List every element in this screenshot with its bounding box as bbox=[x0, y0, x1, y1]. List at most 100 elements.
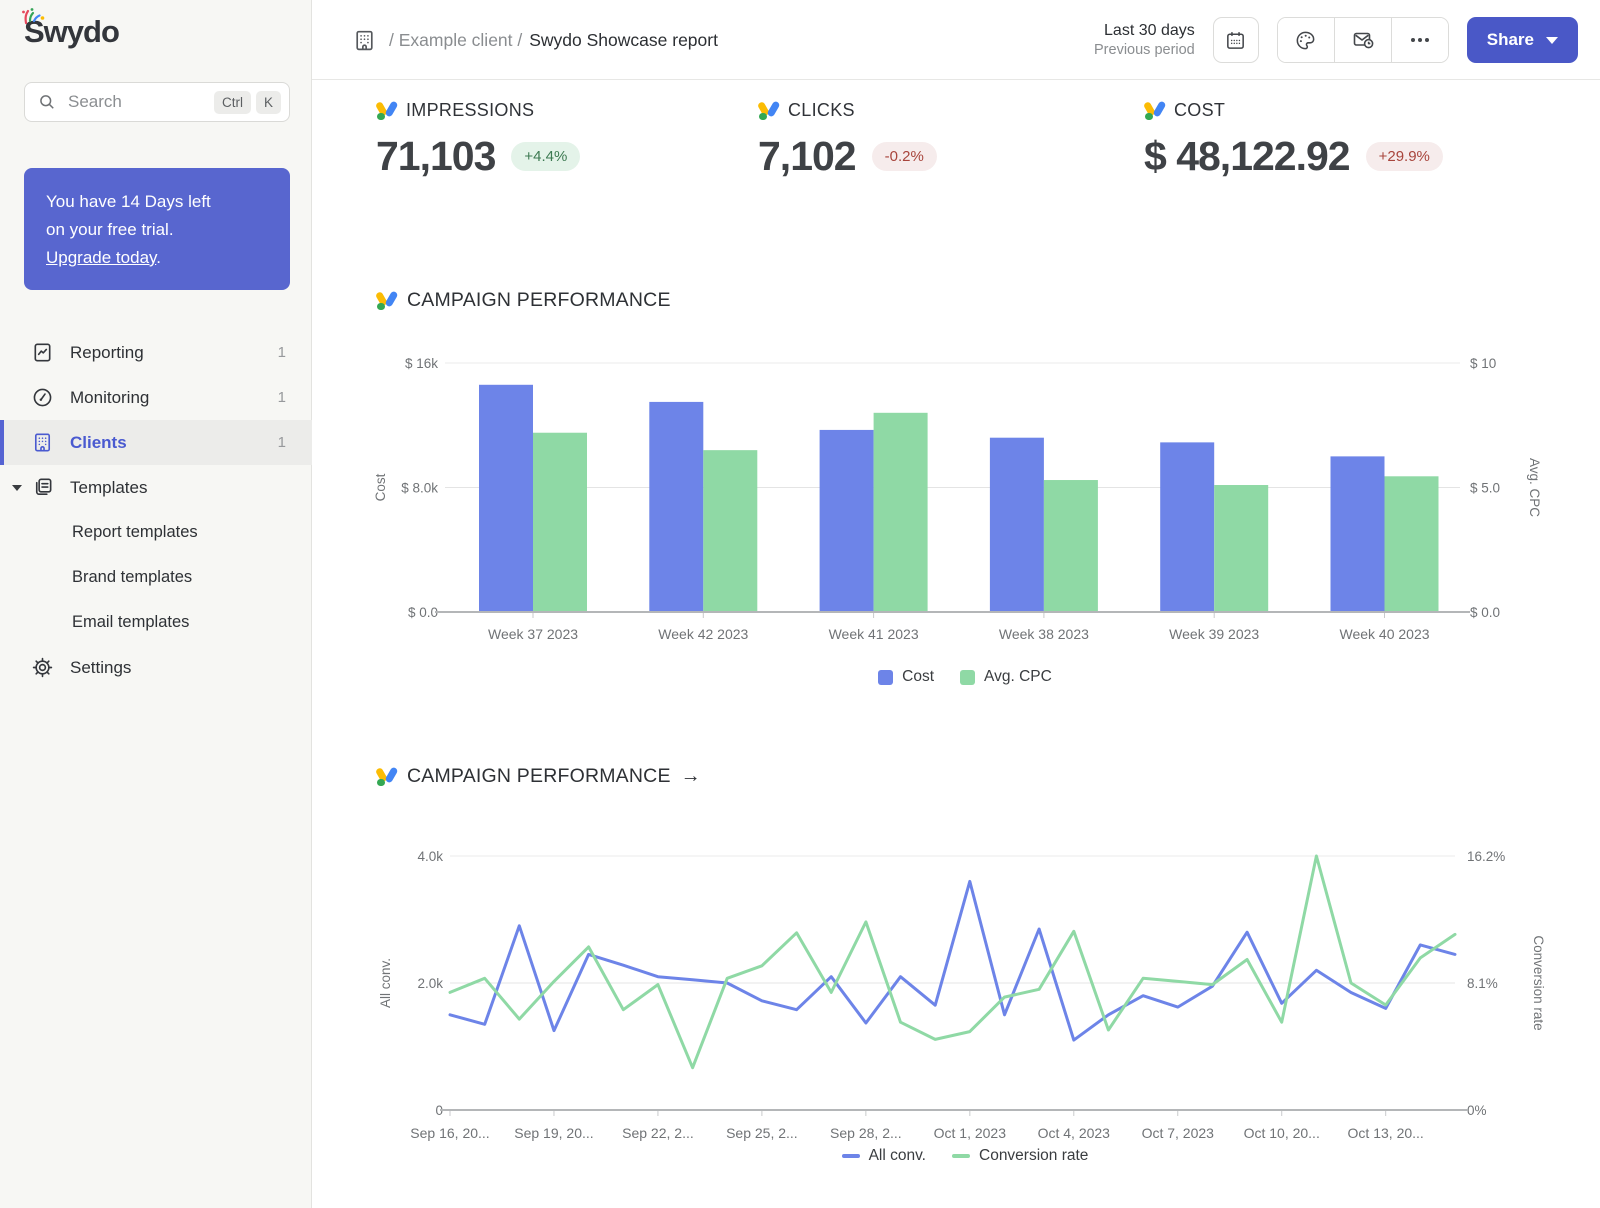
kpi-cost: COST $ 48,122.92 +29.9% bbox=[1144, 100, 1443, 180]
kpi-value: $ 48,122.92 bbox=[1144, 133, 1350, 180]
breadcrumb-client[interactable]: / Example client / bbox=[389, 30, 522, 51]
gear-icon bbox=[30, 656, 54, 680]
all-conv-legend-swatch bbox=[842, 1154, 860, 1158]
svg-text:Week 40 2023: Week 40 2023 bbox=[1339, 626, 1429, 642]
trial-line1: You have 14 Days left bbox=[46, 188, 268, 216]
date-range-selector[interactable]: Last 30 days Previous period bbox=[1094, 22, 1195, 58]
google-ads-icon bbox=[376, 291, 397, 310]
svg-text:Oct 4, 2023: Oct 4, 2023 bbox=[1038, 1125, 1111, 1141]
svg-text:Sep 28, 2...: Sep 28, 2... bbox=[830, 1125, 902, 1141]
sidebar-item-report-templates[interactable]: Report templates bbox=[0, 510, 312, 555]
date-range-value: Last 30 days bbox=[1094, 22, 1195, 40]
breadcrumb-report-title: Swydo Showcase report bbox=[529, 30, 718, 51]
avg-cpc-legend-swatch bbox=[960, 670, 975, 685]
theme-button[interactable] bbox=[1278, 18, 1334, 62]
swydo-app: Swydo Ctrl K You have 14 Days left on yo… bbox=[0, 0, 1600, 1208]
campaign-performance-line-chart: 4.0k2.0k016.2%8.1%0%All conv.Conversion … bbox=[350, 820, 1580, 1142]
campaign-performance-bar-chart: $ 16k $ 8.0k $ 0.0 $ 10 $ 5.0 $ 0.0 Cost Avg. C… bbox=[350, 340, 1580, 652]
search-box[interactable]: Ctrl K bbox=[24, 82, 290, 122]
svg-text:$ 16k: $ 16k bbox=[405, 356, 438, 371]
google-ads-icon bbox=[376, 101, 397, 120]
sidebar-item-monitoring[interactable]: Monitoring 1 bbox=[0, 375, 312, 420]
gauge-icon bbox=[30, 386, 54, 410]
sidebar-item-label: Settings bbox=[70, 658, 131, 678]
svg-text:Oct 10, 20...: Oct 10, 20... bbox=[1244, 1125, 1320, 1141]
line-chart-legend: All conv. Conversion rate bbox=[350, 1147, 1580, 1165]
svg-text:$ 5.0: $ 5.0 bbox=[1470, 481, 1500, 496]
client-building-icon[interactable] bbox=[352, 28, 377, 53]
svg-text:$ 10: $ 10 bbox=[1470, 356, 1496, 371]
top-header: / Example client / Swydo Showcase report… bbox=[312, 0, 1600, 80]
kpi-delta-badge: -0.2% bbox=[872, 142, 937, 171]
line-chart-title[interactable]: CAMPAIGN PERFORMANCE → bbox=[376, 765, 701, 788]
sidebar-item-settings[interactable]: Settings bbox=[0, 645, 312, 690]
share-caret-icon bbox=[1546, 37, 1558, 44]
svg-text:Oct 13, 20...: Oct 13, 20... bbox=[1348, 1125, 1424, 1141]
sidebar-item-clients[interactable]: Clients 1 bbox=[0, 420, 312, 465]
sidebar-item-brand-templates[interactable]: Brand templates bbox=[0, 555, 312, 600]
cost-legend-label: Cost bbox=[902, 668, 934, 686]
svg-text:$ 8.0k: $ 8.0k bbox=[401, 481, 438, 496]
svg-text:$ 0.0: $ 0.0 bbox=[1470, 605, 1500, 620]
conversion-rate-legend-label: Conversion rate bbox=[979, 1147, 1088, 1165]
more-options-button[interactable] bbox=[1391, 18, 1448, 62]
google-ads-icon bbox=[1144, 101, 1165, 120]
sidebar-item-reporting[interactable]: Reporting 1 bbox=[0, 330, 312, 375]
logo-spark-icon bbox=[20, 7, 46, 29]
kpi-delta-badge: +29.9% bbox=[1366, 142, 1443, 171]
sidebar-item-email-templates[interactable]: Email templates bbox=[0, 600, 312, 645]
report-toolbar bbox=[1277, 17, 1449, 63]
sidebar-item-label: Clients bbox=[70, 433, 127, 453]
kpi-label: IMPRESSIONS bbox=[406, 100, 534, 121]
svg-text:Avg. CPC: Avg. CPC bbox=[1527, 458, 1542, 517]
share-button[interactable]: Share bbox=[1467, 17, 1578, 63]
google-ads-icon bbox=[758, 101, 779, 120]
ellipsis-icon bbox=[1411, 38, 1429, 42]
breadcrumb: / Example client / Swydo Showcase report bbox=[352, 0, 718, 80]
svg-text:All conv.: All conv. bbox=[378, 958, 393, 1008]
sidebar-nav: Reporting 1 Monitoring 1 bbox=[0, 330, 312, 690]
svg-text:$ 0.0: $ 0.0 bbox=[408, 605, 438, 620]
cost-legend-swatch bbox=[878, 670, 893, 685]
report-chart-icon bbox=[30, 341, 54, 365]
swydo-logo[interactable]: Swydo bbox=[24, 16, 119, 47]
calendar-icon bbox=[1224, 29, 1247, 52]
compare-period: Previous period bbox=[1094, 42, 1195, 58]
svg-text:4.0k: 4.0k bbox=[417, 849, 443, 864]
mail-clock-icon bbox=[1351, 28, 1375, 52]
svg-text:Week 37 2023: Week 37 2023 bbox=[488, 626, 578, 642]
svg-text:Sep 16, 20...: Sep 16, 20... bbox=[410, 1125, 489, 1141]
sidebar: Swydo Ctrl K You have 14 Days left on yo… bbox=[0, 0, 312, 1208]
sidebar-item-label: Reporting bbox=[70, 343, 144, 363]
kbd-k: K bbox=[256, 91, 281, 114]
svg-text:0%: 0% bbox=[1467, 1103, 1487, 1118]
svg-text:Week 42 2023: Week 42 2023 bbox=[658, 626, 748, 642]
schedule-email-button[interactable] bbox=[1334, 18, 1391, 62]
sidebar-item-count: 1 bbox=[278, 344, 286, 361]
upgrade-link[interactable]: Upgrade today bbox=[46, 248, 156, 267]
chevron-down-icon[interactable] bbox=[12, 485, 22, 491]
trial-banner: You have 14 Days left on your free trial… bbox=[24, 168, 290, 290]
conversion-rate-legend-swatch bbox=[952, 1154, 970, 1158]
kpi-clicks: CLICKS 7,102 -0.2% bbox=[758, 100, 937, 180]
google-ads-icon bbox=[376, 767, 397, 786]
calendar-button[interactable] bbox=[1213, 17, 1259, 63]
palette-icon bbox=[1294, 29, 1317, 52]
svg-text:Oct 1, 2023: Oct 1, 2023 bbox=[934, 1125, 1007, 1141]
svg-text:Conversion rate: Conversion rate bbox=[1531, 935, 1546, 1030]
avg-cpc-legend-label: Avg. CPC bbox=[984, 668, 1052, 686]
kpi-value: 71,103 bbox=[376, 133, 495, 180]
all-conv-legend-label: All conv. bbox=[869, 1147, 926, 1165]
svg-text:Cost: Cost bbox=[373, 473, 388, 501]
sidebar-item-count: 1 bbox=[278, 434, 286, 451]
svg-text:Week 39 2023: Week 39 2023 bbox=[1169, 626, 1259, 642]
svg-text:Week 38 2023: Week 38 2023 bbox=[999, 626, 1089, 642]
header-actions: Last 30 days Previous period bbox=[1094, 0, 1578, 80]
svg-text:Sep 19, 20...: Sep 19, 20... bbox=[514, 1125, 593, 1141]
building-icon bbox=[30, 431, 54, 455]
sidebar-item-templates[interactable]: Templates bbox=[0, 465, 312, 510]
sidebar-item-count: 1 bbox=[278, 389, 286, 406]
search-input[interactable] bbox=[66, 91, 209, 113]
kpi-label: CLICKS bbox=[788, 100, 855, 121]
bar-chart-legend: Cost Avg. CPC bbox=[350, 668, 1580, 686]
